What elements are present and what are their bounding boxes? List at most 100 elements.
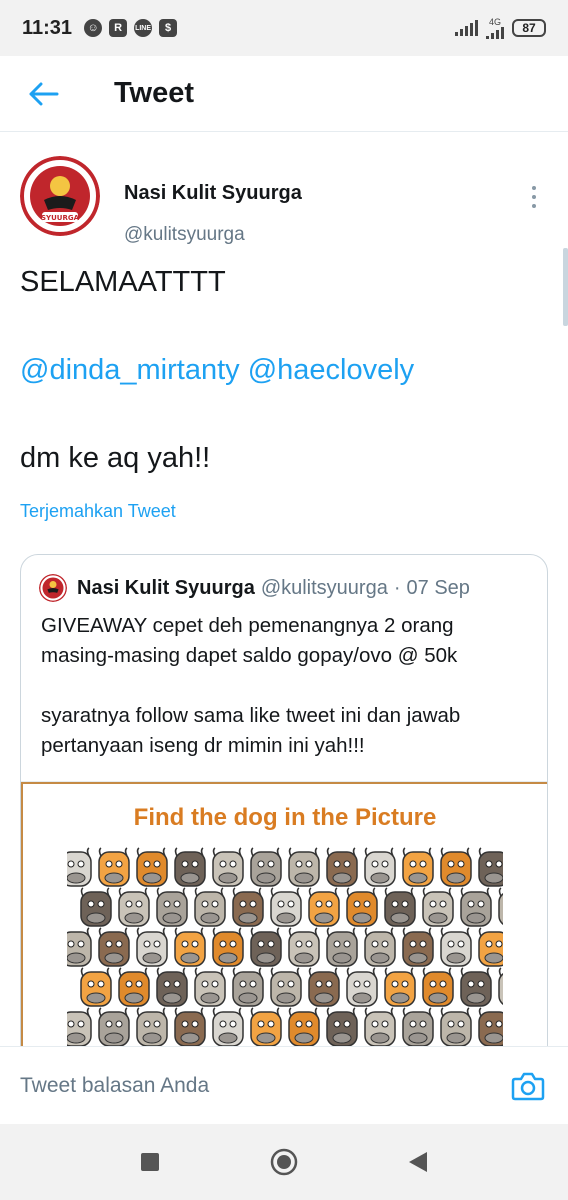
cow-head xyxy=(67,847,92,887)
cow-head xyxy=(326,927,358,967)
cow-head xyxy=(288,847,320,887)
cow-head xyxy=(98,1007,130,1047)
cow-head xyxy=(212,1007,244,1047)
quote-text: GIVEAWAY cepet deh pemenangnya 2 orang m… xyxy=(41,611,536,761)
battery-level: 87 xyxy=(522,21,536,35)
svg-text:SYUURGA: SYUURGA xyxy=(41,214,80,222)
cow-head xyxy=(326,1007,358,1047)
logo-icon: SYUURGA xyxy=(20,156,100,236)
tweet-author: SYUURGA Nasi Kulit Syuurga @kulitsyuurga xyxy=(20,152,548,252)
cow-head xyxy=(156,887,188,927)
cow-head xyxy=(422,887,454,927)
cow-head xyxy=(478,1007,503,1047)
home-button[interactable] xyxy=(264,1142,304,1182)
dot-icon xyxy=(532,204,536,208)
shop-icon: $ xyxy=(159,19,178,37)
tweet-line-1: SELAMAATTTT xyxy=(20,266,226,298)
cow-head xyxy=(174,847,206,887)
circle-icon xyxy=(270,1148,298,1176)
cow-head xyxy=(67,1007,92,1047)
cow-head xyxy=(364,1007,396,1047)
page-title: Tweet xyxy=(114,77,195,109)
cow-head xyxy=(326,847,358,887)
quote-line-3: syaratnya follow sama like tweet ini dan… xyxy=(41,704,461,727)
cow-head xyxy=(422,967,454,1007)
app-header: Tweet xyxy=(0,56,568,132)
reply-input[interactable]: Tweet balasan Anda xyxy=(20,1074,508,1098)
cow-head xyxy=(80,967,112,1007)
translate-tweet-link[interactable]: Terjemahkan Tweet xyxy=(20,501,176,522)
signal-icon-2 xyxy=(486,26,504,39)
r-app-icon: R xyxy=(109,19,128,37)
cow-head xyxy=(308,887,340,927)
android-nav-bar xyxy=(0,1124,568,1200)
network-label: 4G xyxy=(488,16,501,27)
cow-head xyxy=(308,967,340,1007)
cow-head xyxy=(136,1007,168,1047)
cow-head xyxy=(136,847,168,887)
camera-button[interactable] xyxy=(508,1066,548,1106)
cow-head xyxy=(346,887,378,927)
author-handle[interactable]: @kulitsyuurga xyxy=(124,224,245,246)
mention-link-2[interactable]: @haeclovely xyxy=(248,354,414,386)
cow-head xyxy=(498,967,503,1005)
author-name[interactable]: Nasi Kulit Syuurga xyxy=(124,182,302,205)
cow-head xyxy=(250,1007,282,1047)
cow-head xyxy=(402,1007,434,1047)
quote-date: 07 Sep xyxy=(406,576,470,599)
status-bar: 11:31 ☺ R LINE $ 4G 87 xyxy=(0,0,568,56)
logo-icon xyxy=(39,574,67,602)
cow-head xyxy=(118,887,150,927)
cow-head xyxy=(174,927,206,967)
more-options-button[interactable] xyxy=(524,182,544,212)
separator-dot: · xyxy=(393,576,401,599)
quote-line-2: masing-masing dapet saldo gopay/ovo @ 50… xyxy=(41,644,458,667)
camera-icon xyxy=(511,1072,545,1100)
recents-button[interactable] xyxy=(130,1142,170,1182)
cow-head xyxy=(478,927,503,967)
cow-head xyxy=(364,927,396,967)
cow-head xyxy=(402,847,434,887)
mention-link-1[interactable]: @dinda_mirtanty xyxy=(20,354,240,386)
avatar[interactable]: SYUURGA xyxy=(20,156,100,236)
quoted-tweet[interactable]: Nasi Kulit Syuurga @kulitsyuurga · 07 Se… xyxy=(20,554,548,1074)
cow-head xyxy=(440,1007,472,1047)
cow-head xyxy=(194,887,226,927)
cow-head xyxy=(498,887,503,925)
cow-head xyxy=(232,967,264,1007)
cow-head xyxy=(346,967,378,1007)
cow-head xyxy=(478,847,503,887)
cow-head xyxy=(194,967,226,1007)
notification-icons: ☺ R LINE $ xyxy=(84,19,178,37)
cow-pattern xyxy=(67,847,503,1073)
cow-head xyxy=(364,847,396,887)
cow-head xyxy=(232,887,264,927)
quote-author-handle: @kulitsyuurga xyxy=(260,576,388,599)
back-nav-button[interactable] xyxy=(398,1142,438,1182)
cow-head xyxy=(136,927,168,967)
cow-head xyxy=(98,847,130,887)
line-icon: LINE xyxy=(134,19,153,37)
scrollbar[interactable] xyxy=(563,248,568,326)
tweet-text: SELAMAATTTT @dinda_mirtanty @haeclovely … xyxy=(20,260,548,480)
snapchat-icon: ☺ xyxy=(84,19,103,37)
cow-head xyxy=(250,847,282,887)
quote-avatar xyxy=(39,574,67,602)
back-button[interactable] xyxy=(14,64,74,124)
quote-line-1: GIVEAWAY cepet deh pemenangnya 2 orang xyxy=(41,614,454,637)
dot-icon xyxy=(532,186,536,190)
cow-head xyxy=(212,927,244,967)
image-title: Find the dog in the Picture xyxy=(133,804,437,831)
signal-icon xyxy=(455,20,478,36)
cow-head xyxy=(402,927,434,967)
battery-icon: 87 xyxy=(512,19,546,37)
quote-image[interactable]: Find the dog in the Picture xyxy=(21,781,547,1073)
cow-head xyxy=(118,967,150,1007)
cow-head xyxy=(440,927,472,967)
reply-bar: Tweet balasan Anda xyxy=(0,1046,568,1124)
cow-head xyxy=(288,1007,320,1047)
cow-head xyxy=(212,847,244,887)
cow-head xyxy=(384,967,416,1007)
tweet-line-3: dm ke aq yah!! xyxy=(20,442,211,474)
network-indicator: 4G xyxy=(486,16,504,39)
